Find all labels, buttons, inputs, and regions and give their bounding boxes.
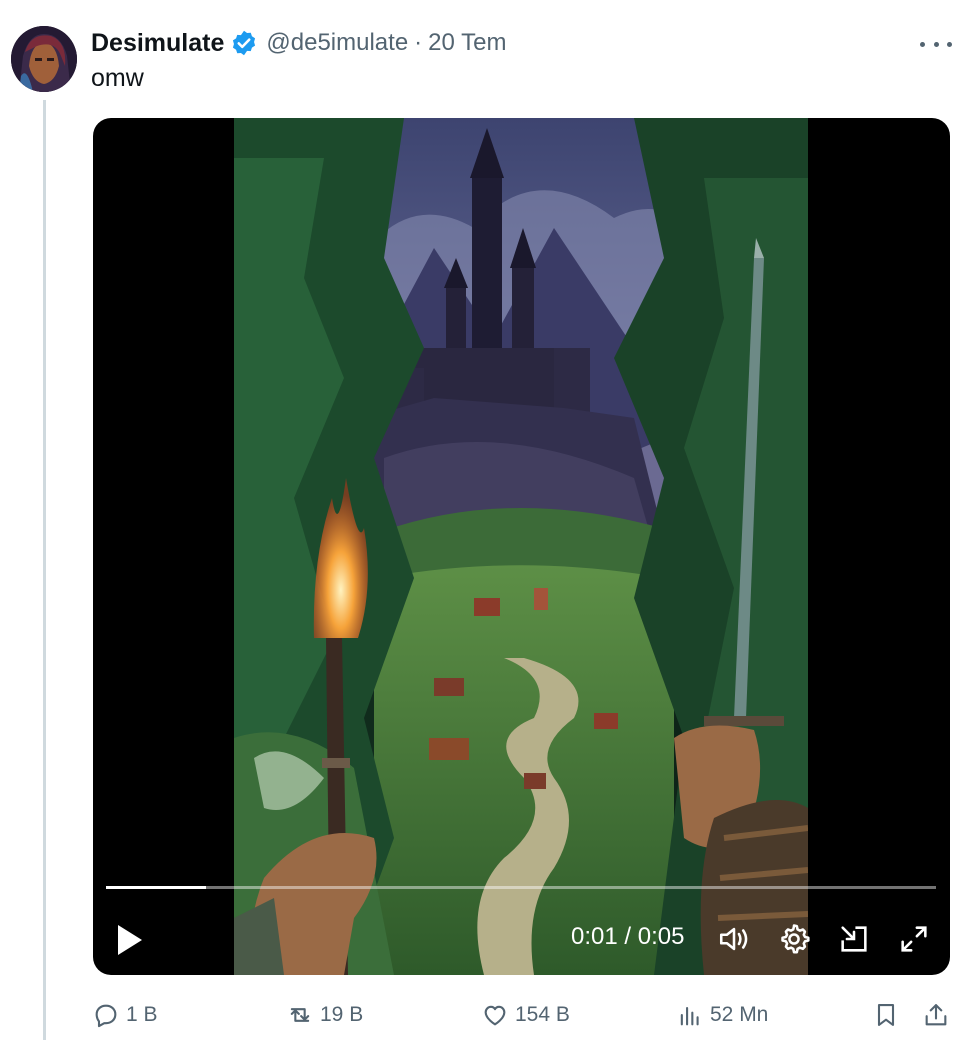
play-icon[interactable] (115, 922, 145, 958)
tweet-actions: 1 B 19 B 154 B 52 Mn (0, 998, 980, 1032)
separator-dot: · (414, 29, 423, 56)
tweet-header: Desimulate @de5imulate · 20 Tem (91, 26, 506, 60)
handle[interactable]: @de5imulate (266, 29, 408, 57)
fullscreen-icon[interactable] (897, 922, 931, 956)
video-progress-fill (106, 886, 206, 889)
reply-count: 1 B (126, 1003, 158, 1026)
retweet-count: 19 B (320, 1003, 364, 1026)
reply-button[interactable]: 1 B (92, 998, 158, 1032)
display-name[interactable]: Desimulate (91, 29, 224, 58)
video-player[interactable]: 0:01 / 0:05 (93, 118, 950, 975)
video-frame (234, 118, 808, 975)
verified-badge-icon (230, 29, 258, 57)
video-time: 0:01 / 0:05 (571, 923, 685, 950)
volume-icon[interactable] (717, 922, 751, 956)
retweet-button[interactable]: 19 B (286, 998, 363, 1032)
views-button[interactable]: 52 Mn (676, 998, 768, 1032)
like-button[interactable]: 154 B (481, 998, 570, 1032)
share-button[interactable] (922, 998, 950, 1032)
pip-icon[interactable] (837, 922, 871, 956)
thread-line (43, 100, 46, 1040)
like-count: 154 B (515, 1003, 570, 1026)
like-icon (484, 1005, 506, 1026)
tweet-text: omw (91, 64, 144, 92)
reply-icon (95, 1004, 117, 1028)
retweet-icon (290, 1008, 310, 1022)
settings-icon[interactable] (777, 922, 811, 956)
share-icon (925, 1004, 947, 1026)
video-progress-bar[interactable] (106, 886, 936, 889)
views-count: 52 Mn (710, 1003, 769, 1026)
tweet-date[interactable]: 20 Tem (428, 29, 506, 57)
bookmark-button[interactable] (872, 998, 900, 1032)
more-options-icon[interactable] (920, 32, 952, 56)
bookmark-icon (877, 1004, 895, 1026)
avatar[interactable] (11, 26, 77, 92)
views-icon (680, 1006, 699, 1026)
